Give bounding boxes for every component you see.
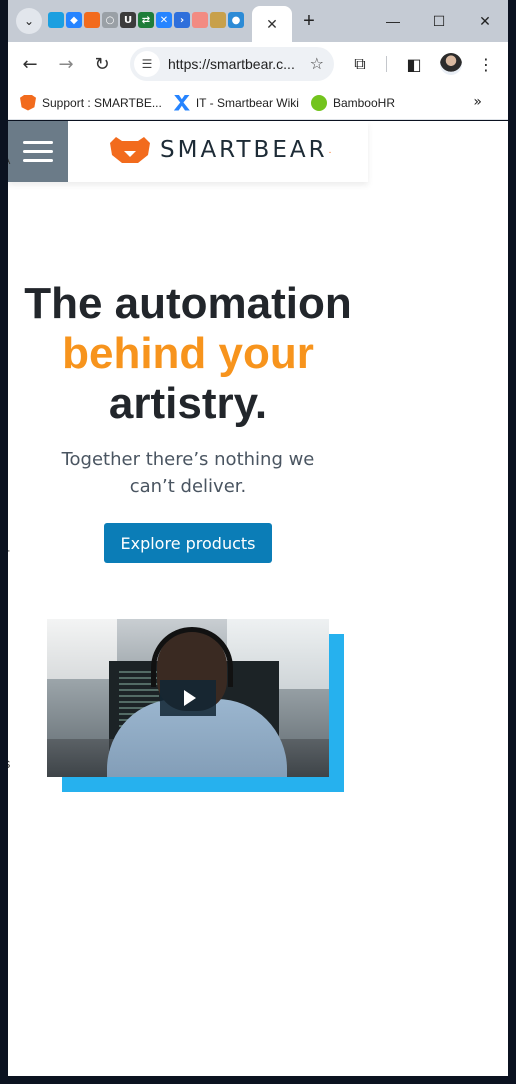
loading-favicon[interactable]: ○	[102, 12, 118, 28]
browser-toolbar: ← → ↻ ☰ https://smartbear.c... ☆ ⧉ ◧ ⋮	[8, 42, 508, 86]
reload-icon: ↻	[94, 53, 110, 75]
arrow-favicon[interactable]: ›	[174, 12, 190, 28]
address-bar[interactable]: ☰ https://smartbear.c... ☆	[130, 47, 334, 81]
bookmark-label: IT - Smartbear Wiki	[195, 95, 299, 110]
url-text[interactable]: https://smartbear.c...	[168, 56, 298, 72]
confluence-favicon[interactable]: ✕	[156, 12, 172, 28]
edge-text: T	[8, 549, 10, 561]
site-header: SMARTBEAR .	[8, 121, 368, 182]
reload-button[interactable]: ↻	[90, 52, 114, 76]
menu-button[interactable]	[8, 121, 68, 182]
pinned-tabs: ◆ ○ U ⇄ ✕ › ●	[48, 12, 244, 30]
bamboohr-bookmark-icon	[310, 94, 327, 111]
lock-favicon[interactable]	[210, 12, 226, 28]
menu-line	[23, 159, 53, 162]
back-button[interactable]: ←	[18, 52, 42, 76]
site-info-button[interactable]: ☰	[134, 51, 160, 77]
forward-arrow-icon: →	[58, 53, 74, 75]
bookmark-star-icon[interactable]: ☆	[310, 54, 324, 73]
tab-strip: ⌄ ◆ ○ U ⇄ ✕ › ● ✕ + — ☐ ✕	[8, 0, 508, 42]
smartbear-favicon[interactable]	[84, 12, 100, 28]
play-icon	[183, 690, 196, 706]
play-button[interactable]	[160, 680, 216, 716]
explore-products-button[interactable]: Explore products	[104, 523, 272, 563]
hero-title-line: The automation	[24, 279, 352, 328]
forward-button[interactable]: →	[54, 52, 78, 76]
window-light	[47, 619, 117, 679]
bookmark-support[interactable]: Support : SMARTBE...	[20, 94, 162, 111]
profile-avatar[interactable]	[440, 53, 462, 75]
jira-favicon[interactable]: ◆	[66, 12, 82, 28]
tab-search-button[interactable]: ⌄	[16, 8, 42, 34]
back-arrow-icon: ←	[22, 53, 38, 75]
video-block	[47, 619, 347, 794]
close-icon[interactable]: ✕	[266, 16, 278, 33]
toolbar-divider	[386, 56, 387, 72]
extensions-icon[interactable]: ⧉	[348, 52, 372, 76]
circle-favicon[interactable]: ●	[228, 12, 244, 28]
side-panel-icon[interactable]: ◧	[402, 52, 426, 76]
new-tab-button[interactable]: +	[298, 10, 320, 32]
gradient-favicon[interactable]	[192, 12, 208, 28]
bookmark-label: BambooHR	[332, 95, 395, 110]
logo-dot: .	[328, 144, 332, 156]
edge-text: A	[8, 155, 10, 167]
minimize-button[interactable]: —	[382, 10, 404, 32]
hero-subtitle: Together there’s nothing we can’t delive…	[61, 449, 315, 497]
menu-line	[23, 141, 53, 144]
more-menu-icon[interactable]: ⋮	[474, 52, 498, 76]
logo-wordmark: SMARTBEAR	[160, 137, 328, 163]
browser-window: ⌄ ◆ ○ U ⇄ ✕ › ● ✕ + — ☐ ✕ ← → ↻ ☰ https://smar…	[0, 0, 516, 1084]
bear-icon	[110, 137, 150, 163]
close-window-button[interactable]: ✕	[474, 10, 496, 32]
video-thumbnail[interactable]	[47, 619, 329, 777]
menu-line	[23, 150, 53, 153]
edge-text: S	[8, 759, 10, 771]
smartbear-logo[interactable]: SMARTBEAR .	[108, 137, 331, 163]
smartbear-bookmark-icon	[20, 94, 36, 111]
headphones	[151, 627, 233, 687]
u-favicon[interactable]: U	[120, 12, 136, 28]
bookmarks-bar: Support : SMARTBE... IT - Smartbear Wiki…	[8, 86, 508, 120]
active-tab[interactable]: ✕	[252, 6, 292, 42]
chevron-down-icon: ⌄	[23, 14, 35, 28]
sync-favicon[interactable]: ⇄	[138, 12, 154, 28]
confluence-bookmark-icon	[173, 94, 190, 111]
bookmark-label: Support : SMARTBE...	[42, 95, 162, 110]
tune-icon: ☰	[141, 57, 153, 71]
web-page: SMARTBEAR . A T S The automation behind …	[8, 121, 508, 1076]
hero-title-accent: behind your	[62, 329, 314, 378]
hero-title: The automation behind your artistry.	[8, 279, 368, 429]
maximize-button[interactable]: ☐	[428, 10, 450, 32]
bookmark-it-wiki[interactable]: IT - Smartbear Wiki	[173, 94, 299, 111]
more-bookmarks-icon[interactable]: »	[473, 94, 482, 110]
bookmark-bamboohr[interactable]: BambooHR	[310, 94, 395, 111]
hero-title-line: artistry.	[108, 379, 268, 428]
salesforce-favicon[interactable]	[48, 12, 64, 28]
